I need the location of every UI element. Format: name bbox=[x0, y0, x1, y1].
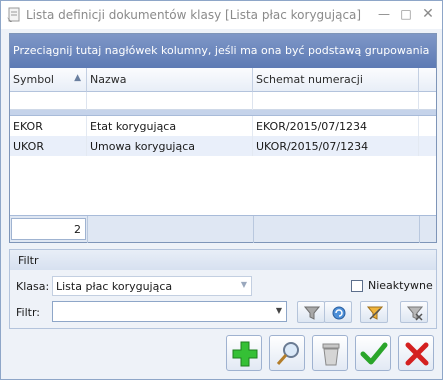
filter-input[interactable]: ▼ bbox=[52, 301, 287, 322]
trash-icon bbox=[322, 343, 340, 366]
row-count: 2 bbox=[11, 218, 86, 240]
table-row[interactable]: EKOR Etat korygująca EKOR/2015/07/1234 bbox=[10, 116, 436, 136]
cell-schemat: EKOR/2015/07/1234 bbox=[253, 116, 419, 136]
confirm-button[interactable] bbox=[355, 335, 391, 371]
document-list-icon bbox=[7, 7, 20, 22]
column-filter-row bbox=[10, 92, 436, 110]
column-header-label: Symbol bbox=[13, 73, 54, 86]
klasa-value: Lista płac korygująca bbox=[56, 280, 173, 293]
minimize-button[interactable]: — bbox=[375, 5, 393, 23]
clear-filter-button[interactable] bbox=[400, 301, 428, 323]
cell-schemat: UKOR/2015/07/1234 bbox=[253, 136, 419, 156]
table-row[interactable]: UKOR Umowa korygująca UKOR/2015/07/1234 bbox=[10, 136, 436, 156]
maximize-button[interactable]: □ bbox=[397, 5, 415, 23]
window: Lista definicji dokumentów klasy [Lista … bbox=[0, 0, 443, 380]
klasa-select[interactable]: Lista płac korygująca ▼ bbox=[52, 276, 252, 296]
add-button[interactable] bbox=[226, 335, 262, 371]
column-header-label: Schemat numeracji bbox=[256, 73, 363, 86]
filter-cell-schemat[interactable] bbox=[253, 92, 419, 110]
filter-panel-title[interactable]: Filtr bbox=[10, 250, 436, 270]
sort-ascending-icon: ▲ bbox=[74, 73, 81, 83]
cell-nazwa: Etat korygująca bbox=[87, 116, 253, 136]
footer-divider bbox=[253, 216, 254, 243]
column-header-schemat[interactable]: Schemat numeracji bbox=[253, 68, 419, 92]
preview-button[interactable] bbox=[269, 335, 305, 371]
footer-divider bbox=[419, 216, 420, 243]
cell-nazwa: Umowa korygująca bbox=[87, 136, 253, 156]
funnel-icon bbox=[304, 306, 320, 320]
chevron-down-icon[interactable]: ▼ bbox=[276, 306, 282, 315]
documents-grid: Przeciągnij tutaj nagłówek kolumny, jeśl… bbox=[9, 33, 437, 243]
inactive-label[interactable]: Nieaktywne bbox=[368, 279, 433, 292]
construct-filter-button[interactable] bbox=[360, 301, 388, 323]
cancel-button[interactable] bbox=[398, 335, 434, 371]
column-header-symbol[interactable]: Symbol ▲ bbox=[10, 68, 87, 92]
magnifier-icon bbox=[276, 342, 299, 365]
klasa-label: Klasa: bbox=[16, 280, 50, 293]
footer-divider bbox=[87, 216, 88, 243]
delete-button[interactable] bbox=[312, 335, 348, 371]
grid-footer: 2 bbox=[10, 215, 436, 243]
cell-symbol: EKOR bbox=[10, 116, 87, 136]
group-by-panel[interactable]: Przeciągnij tutaj nagłówek kolumny, jeśl… bbox=[10, 34, 436, 68]
funnel-clear-icon bbox=[407, 306, 423, 321]
close-button[interactable]: ✕ bbox=[419, 5, 437, 23]
chevron-down-icon: ▼ bbox=[240, 280, 247, 289]
funnel-construct-icon bbox=[367, 306, 383, 320]
inactive-checkbox[interactable] bbox=[351, 280, 363, 292]
apply-filter-button[interactable] bbox=[297, 301, 325, 323]
filter-label: Filtr: bbox=[16, 306, 40, 319]
title-bar: Lista definicji dokumentów klasy [Lista … bbox=[1, 1, 442, 29]
checkmark-icon bbox=[360, 342, 388, 365]
filter-panel: Filtr Klasa: Lista płac korygująca ▼ Nie… bbox=[9, 249, 437, 329]
column-header-spacer bbox=[419, 68, 436, 92]
refresh-filter-button[interactable] bbox=[324, 301, 352, 323]
plus-icon bbox=[232, 341, 258, 367]
window-title: Lista definicji dokumentów klasy [Lista … bbox=[26, 8, 362, 22]
filter-cell-nazwa[interactable] bbox=[87, 92, 253, 110]
x-icon bbox=[405, 342, 429, 366]
cell-symbol: UKOR bbox=[10, 136, 87, 156]
column-header-label: Nazwa bbox=[90, 73, 127, 86]
column-header-nazwa[interactable]: Nazwa bbox=[87, 68, 253, 92]
filter-cell-symbol[interactable] bbox=[10, 92, 87, 110]
refresh-icon bbox=[332, 306, 346, 320]
